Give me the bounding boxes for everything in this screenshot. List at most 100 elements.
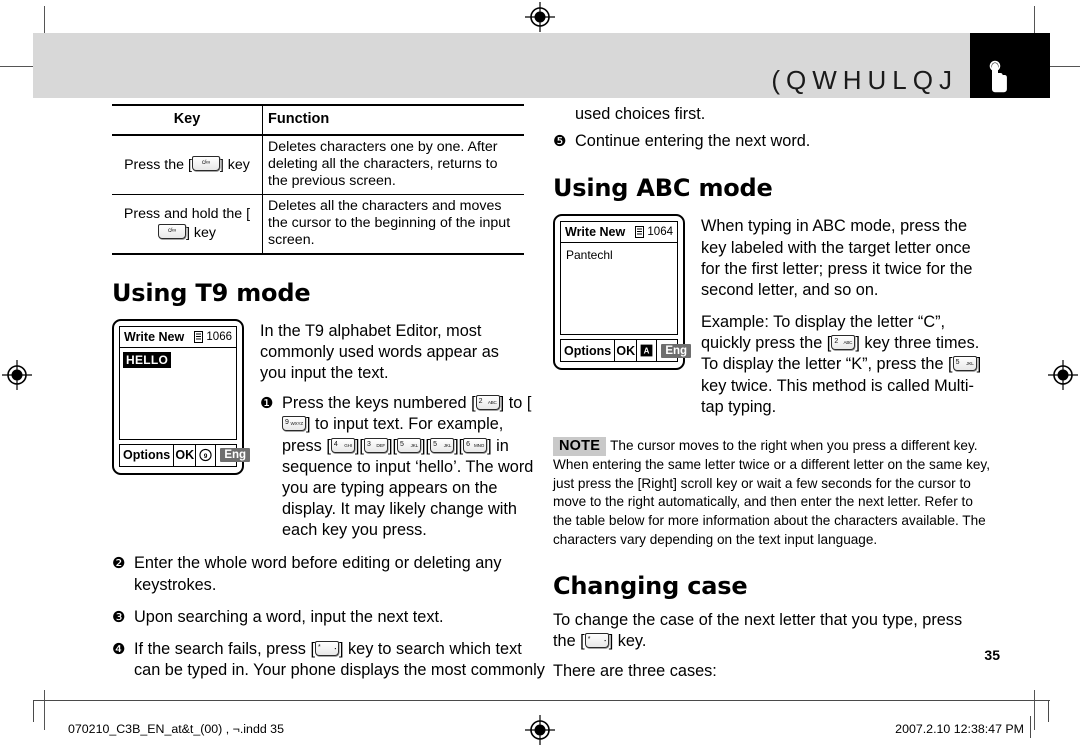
key-3-def-icon: 3 DEF [363,437,388,453]
phone-screen-t9: Write New 1066 HELLO Options OK 9 Eng [112,318,251,475]
key-9-wxyz-icon: 9 WXYZ [282,416,306,432]
memo-list-icon [194,330,204,343]
footer-rule [33,700,1050,702]
key-6-mno-icon: 6 MNO [463,437,488,453]
phone-text-plain: Pantechl [566,248,613,263]
key-cell-text-post: ] key [186,224,216,241]
footer-filename: 070210_C3B_EN_at&t_(00) , ¬.indd 35 [68,722,284,736]
phone-counter: 1066 [194,330,232,343]
crop-mark-bottom-left-vertical [44,690,46,730]
step-marker-4: ❹ [112,640,126,658]
table-header-row: Key Function [112,105,524,136]
t9-step-4: ❹ If the search fails, press [* ▪] key to … [112,639,546,681]
registration-mark-top-center [525,2,555,32]
step-1-text: Press the keys numbered [2 ABC] to [9 WXYZ… [282,394,534,540]
registration-mark-bottom-center [525,715,555,745]
footer-timestamp: 2007.2.10 12:38:47 PM [895,722,1024,736]
step-marker-3: ❸ [112,608,126,626]
phone-text-highlight: HELLO [123,351,172,368]
t9-intro-text: In the T9 alphabet Editor, most commonly… [260,321,499,383]
key-function-table: Key Function Press the [ c/∞ ] key Deletes… [112,104,524,255]
table-row: Press and hold the [ c/∞ ] key Deletes all… [112,194,524,254]
header-black-tab [970,33,1050,98]
softkey-options[interactable]: Options [561,340,616,362]
column-header-function: Function [262,105,524,136]
key-5-jkl-icon: 5 JKL [397,437,421,453]
t9-step-5: ❺ Continue entering the next word. [553,131,993,152]
cell-function-delete-all: Deletes all the characters and moves the… [268,197,511,249]
step-4-text: If the search fails, press [* ▪] key to s… [134,639,545,680]
crop-mark-left-top-horizontal [0,66,36,68]
key-2-abc-icon: 2 ABC [475,395,500,411]
changing-case-paragraph-1: To change the case of the next letter th… [553,610,963,650]
phone-softkey-bar-t9: Options OK 9 Eng [119,443,251,467]
clear-key-icon: c/∞ [191,155,220,171]
softkey-ok[interactable]: OK [615,340,638,362]
step-5-text: Continue entering the next word. [575,132,811,151]
pointing-hand-icon [989,60,1007,93]
phone-title-bar-t9: Write New 1066 [119,325,237,348]
t9-step-4-continuation: used choices first. [575,105,706,123]
softkey-language[interactable]: Eng [657,340,695,361]
step-3-text: Upon searching a word, input the next te… [134,607,444,626]
page-header-band: (QWHULQJ [33,33,1050,98]
page-content: Key Function Press the [ c/∞ ] key Deletes… [0,104,1080,680]
softkey-language[interactable]: Eng [216,445,254,466]
left-column: Key Function Press the [ c/∞ ] key Deletes… [112,104,545,681]
phone-screen-abc: Write New 1064 Pantechl Options OK A Eng [553,214,692,371]
page-number: 35 [984,647,1000,663]
step-marker-5: ❺ [553,133,567,151]
abc-paragraph-1: When typing in ABC mode, press the key l… [701,217,973,299]
crop-mark-bottom-right-vertical [1034,690,1036,730]
key-star-icon: * ▪ [314,640,339,656]
key-4-ghi-icon: 4 GHI [330,437,355,453]
phone-counter-value: 1066 [206,330,232,343]
phone-counter-value: 1064 [647,226,673,239]
note-badge: NOTE [553,436,607,456]
step-marker-1: ❶ [260,395,274,413]
column-header-key: Key [112,105,263,136]
t9-step-1: ❶ Press the keys numbered [2 ABC] to [9 WXY… [260,393,538,541]
memo-list-icon [635,226,645,239]
heading-using-abc-mode: Using ABC mode [553,174,773,203]
key-star-icon: * ▪ [584,632,609,648]
phone-counter: 1064 [635,226,673,239]
abc-paragraph-2: Example: To display the letter “C”, quic… [701,313,982,416]
key-5-jkl-icon: 5 JKL [952,356,977,372]
softkey-language-label: Eng [220,448,251,463]
note-text: The cursor moves to the right when you p… [553,437,990,547]
key-cell-text-pre: Press the [ [124,156,192,173]
svg-text:9: 9 [204,453,208,460]
t9-mode-icon[interactable]: 9 [196,444,217,466]
cell-key-hold-clear: Press and hold the [ c/∞ ] key [112,194,263,254]
phone-title-label: Write New [124,329,185,344]
cell-function-delete-one: Deletes characters one by one. After del… [268,138,498,190]
phone-title-label: Write New [565,225,626,240]
key-cell-text-pre: Press and hold the [ [123,206,251,223]
footer-divider-right [1030,716,1032,738]
softkey-options[interactable]: Options [120,444,175,466]
table-row: Press the [ c/∞ ] key Deletes characters o… [112,134,524,195]
footer-tick-left [33,700,35,722]
heading-changing-case: Changing case [553,571,748,600]
phone-body-t9: HELLO [119,347,237,440]
t9-step-2: ❷ Enter the whole word before editing or… [112,553,542,595]
clear-key-label: c/∞ [201,159,210,166]
right-column: used choices first. ❺ Continue entering … [553,104,993,682]
t9-step-3: ❸ Upon searching a word, input the next … [112,607,542,628]
page-header-title: (QWHULQJ [771,65,958,95]
clear-key-label: c/∞ [167,227,177,234]
note-block: NOTE The cursor moves to the right when y… [553,436,991,550]
step-marker-2: ❷ [112,555,126,573]
footer-tick-right [1048,700,1050,722]
svg-text:A: A [644,347,650,356]
softkey-ok[interactable]: OK [174,444,197,466]
phone-body-abc: Pantechl [560,243,678,336]
clear-key-icon: c/∞ [158,223,187,239]
key-2-abc-icon: 2 ABC [831,335,856,351]
cell-key-press-clear: Press the [ c/∞ ] key [112,134,263,195]
abc-mode-icon[interactable]: A [637,340,658,362]
phone-softkey-bar-abc: Options OK A Eng [560,339,692,363]
changing-case-paragraph-2: There are three cases: [553,661,717,680]
key-cell-text-post: ] key [219,156,250,173]
